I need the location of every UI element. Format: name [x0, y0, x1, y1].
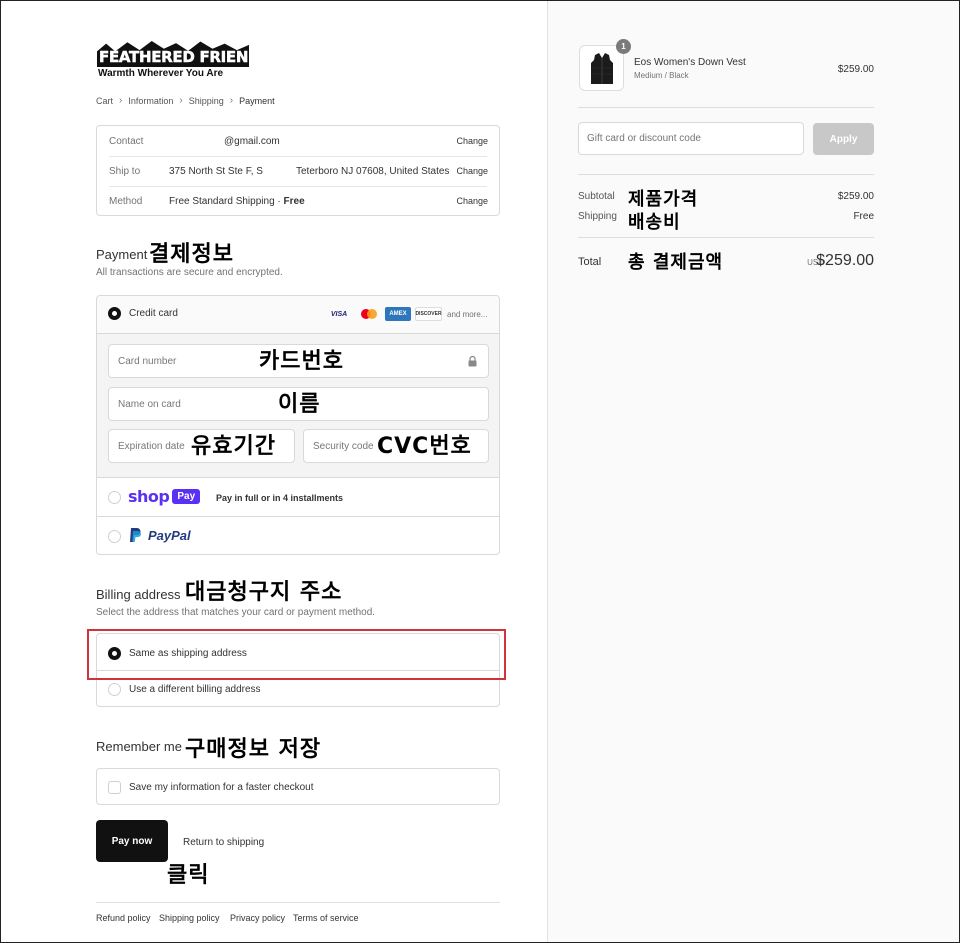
contact-value: @gmail.com: [224, 135, 280, 147]
different-address-label: Use a different billing address: [129, 684, 261, 695]
payment-note: 결제정보: [149, 242, 234, 267]
remember-note: 구매정보 저장: [185, 737, 322, 762]
chevron-right-icon: ›: [119, 95, 123, 106]
apply-button[interactable]: Apply: [813, 123, 874, 155]
discover-icon: DISCOVER: [415, 307, 442, 321]
breadcrumb-payment: Payment: [239, 95, 275, 106]
shipping-value: Free: [853, 211, 874, 222]
change-contact-link[interactable]: Change: [456, 136, 488, 146]
breadcrumb-shipping[interactable]: Shipping: [189, 96, 224, 106]
product-thumbnail: [579, 45, 624, 91]
breadcrumb: Cart › Information › Shipping › Payment: [96, 95, 275, 106]
subtotal-value: $259.00: [837, 191, 874, 202]
brand-logo[interactable]: FEATHERED FRIENDS Warmth Wherever You Ar…: [97, 41, 271, 79]
payment-methods-box: Credit card VISA AMEX DISCOVER and more.…: [96, 295, 500, 555]
credit-card-label: Credit card: [129, 308, 178, 319]
and-more-text: and more...: [447, 310, 488, 319]
shop-pay-radio[interactable]: [108, 491, 121, 504]
total-label: Total: [578, 256, 602, 268]
paypal-radio[interactable]: [108, 530, 121, 543]
save-info-checkbox[interactable]: [108, 781, 121, 794]
shop-pay-option[interactable]: shop Pay Pay in full or in 4 installment…: [97, 478, 499, 517]
return-to-shipping-link[interactable]: Return to shipping: [183, 837, 264, 848]
brand-tagline: Warmth Wherever You Are: [98, 68, 224, 79]
total-note: 총 결제금액: [628, 252, 724, 273]
vest-icon: [591, 53, 613, 84]
card-fields-area: Card number 카드번호 Name on card 이름 Expirat…: [97, 334, 499, 478]
save-info-label: Save my information for a faster checkou…: [129, 782, 314, 793]
discount-input[interactable]: [578, 122, 804, 155]
shop-pay-badge: Pay: [172, 489, 201, 504]
order-summary: 1 Eos Women's Down Vest Medium / Black $…: [547, 1, 959, 942]
method-row: Method Free Standard Shipping · Free Cha…: [97, 186, 499, 216]
footer-divider: [96, 902, 500, 903]
ship-to-value-b: Teterboro NJ 07608, United States: [296, 165, 450, 177]
highlight-box: [87, 629, 506, 680]
ship-to-label: Ship to: [109, 165, 141, 177]
expiration-placeholder: Expiration date: [118, 440, 185, 452]
summary-divider: [578, 107, 874, 108]
mastercard-icon: [359, 307, 379, 321]
ship-to-row: Ship to 375 North St Ste F, S Teterboro …: [97, 156, 499, 186]
card-number-placeholder: Card number: [118, 355, 177, 367]
summary-divider: [578, 237, 874, 238]
method-free: Free: [283, 195, 305, 207]
credit-card-radio[interactable]: [108, 307, 121, 320]
summary-divider: [578, 174, 874, 175]
payment-title: Payment: [96, 247, 148, 262]
card-number-note: 카드번호: [259, 349, 344, 374]
product-price: $259.00: [837, 64, 874, 75]
credit-card-option[interactable]: Credit card VISA AMEX DISCOVER and more.…: [97, 296, 499, 334]
breadcrumb-information[interactable]: Information: [128, 96, 173, 106]
visa-icon: VISA: [330, 310, 348, 318]
remember-box: Save my information for a faster checkou…: [96, 768, 500, 805]
different-address-radio[interactable]: [108, 683, 121, 696]
shop-pay-text: Pay in full or in 4 installments: [216, 493, 344, 503]
product-name: Eos Women's Down Vest: [634, 57, 746, 68]
name-on-card-placeholder: Name on card: [118, 398, 181, 410]
amex-icon: AMEX: [385, 307, 411, 321]
remember-title: Remember me: [96, 739, 182, 754]
method-label: Method: [109, 195, 143, 207]
footer-shipping-link[interactable]: Shipping policy: [159, 913, 220, 923]
footer-privacy-link[interactable]: Privacy policy: [230, 913, 285, 923]
payment-subtitle: All transactions are secure and encrypte…: [96, 267, 283, 278]
ship-to-value-a: 375 North St Ste F, S: [169, 165, 263, 177]
security-note: CVC번호: [377, 434, 472, 459]
chevron-right-icon: ›: [179, 95, 183, 106]
method-value: Free Standard Shipping · Free: [169, 196, 305, 207]
contact-label: Contact: [109, 135, 144, 147]
security-placeholder: Security code: [313, 440, 374, 452]
billing-title: Billing address: [96, 587, 181, 602]
pay-now-button[interactable]: Pay now: [96, 820, 168, 862]
footer-terms-link[interactable]: Terms of service: [293, 913, 359, 923]
shipping-note: 배송비: [628, 212, 681, 233]
billing-subtitle: Select the address that matches your car…: [96, 607, 376, 618]
paypal-label: PayPal: [148, 528, 191, 543]
method-text: Free Standard Shipping ·: [169, 195, 284, 207]
footer-refund-link[interactable]: Refund policy: [96, 913, 151, 923]
contact-row: Contact @gmail.com Change: [97, 126, 499, 156]
name-note: 이름: [278, 392, 321, 417]
click-note: 클릭: [167, 863, 210, 888]
shop-pay-logo: shop Pay: [128, 487, 201, 506]
lock-icon: [468, 355, 477, 367]
expiration-note: 유효기간: [191, 434, 276, 459]
quantity-badge: 1: [616, 39, 631, 54]
breadcrumb-cart[interactable]: Cart: [96, 96, 113, 106]
change-ship-link[interactable]: Change: [456, 166, 488, 176]
total-value: $259.00: [816, 252, 874, 269]
subtotal-label: Subtotal: [578, 191, 615, 202]
product-variant: Medium / Black: [634, 71, 689, 80]
paypal-option[interactable]: PayPal: [97, 517, 499, 555]
shipping-label: Shipping: [578, 211, 617, 222]
billing-note: 대금청구지 주소: [185, 580, 343, 605]
review-box: Contact @gmail.com Change Ship to 375 No…: [96, 125, 500, 216]
paypal-icon: [129, 527, 141, 543]
chevron-right-icon: ›: [229, 95, 234, 106]
shop-brand: shop: [128, 487, 170, 506]
change-method-link[interactable]: Change: [456, 196, 488, 206]
brand-name: FEATHERED FRIENDS: [99, 48, 272, 67]
